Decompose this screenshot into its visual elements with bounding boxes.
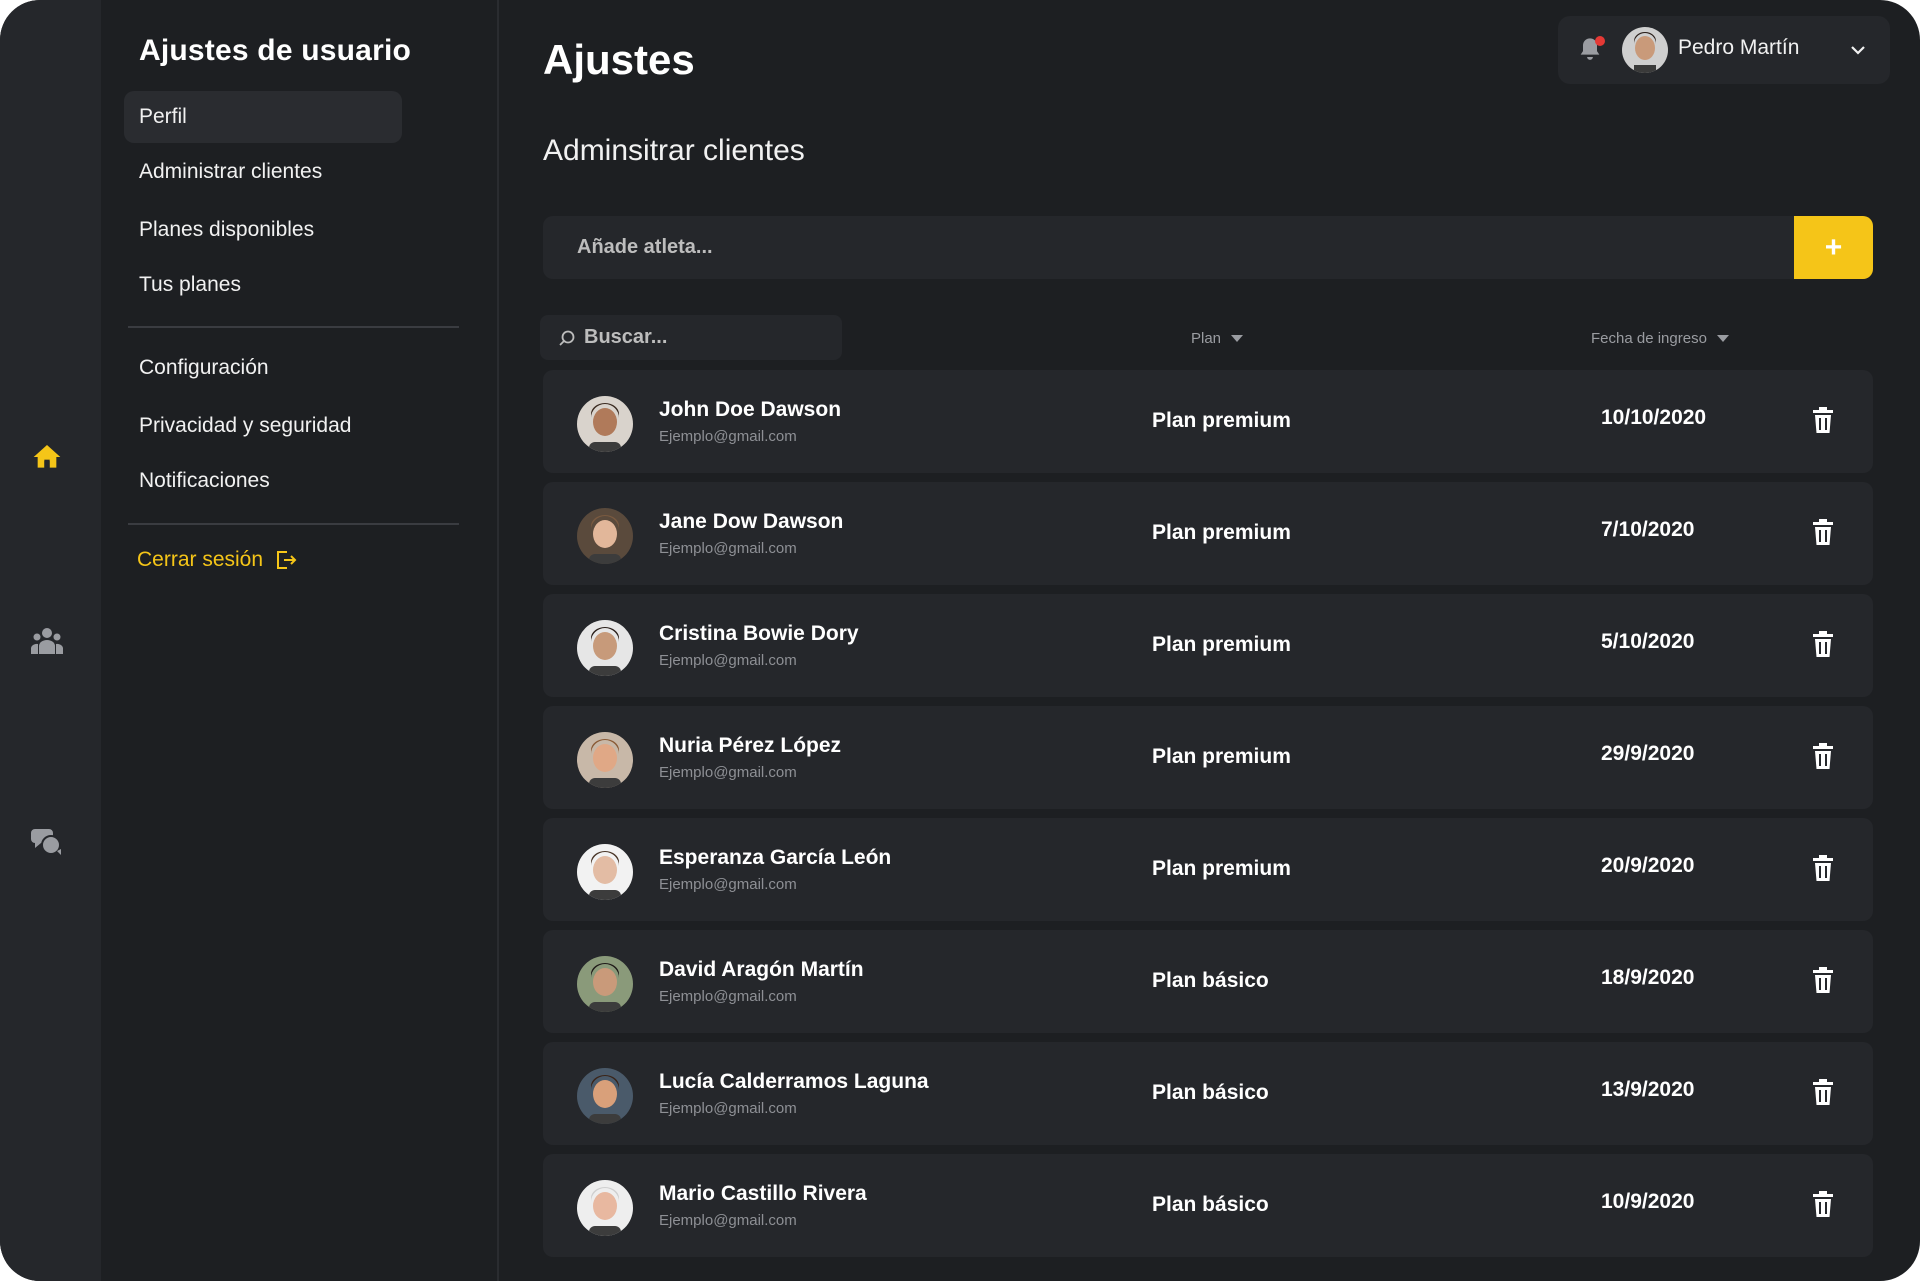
table-row[interactable]: David Aragón Martín Ejemplo@gmail.com Plan… xyxy=(543,930,1873,1033)
user-name: Pedro Martín xyxy=(1678,36,1800,59)
trash-icon[interactable] xyxy=(1811,742,1835,770)
client-plan: Plan básico xyxy=(1152,969,1269,992)
trash-icon[interactable] xyxy=(1811,1190,1835,1218)
section-title: Adminsitrar clientes xyxy=(543,134,805,167)
search-box xyxy=(540,315,842,360)
sidebar-item-planes-disponibles[interactable]: Planes disponibles xyxy=(124,204,402,256)
user-menu[interactable]: Pedro Martín xyxy=(1558,16,1890,84)
column-header-date-label: Fecha de ingreso xyxy=(1591,330,1707,347)
chat-icon[interactable] xyxy=(26,820,68,862)
client-name: David Aragón Martín xyxy=(659,958,864,981)
client-plan: Plan premium xyxy=(1152,857,1291,880)
client-name: Esperanza García León xyxy=(659,846,892,869)
chevron-down-icon[interactable] xyxy=(1848,40,1868,60)
client-name: Nuria Pérez López xyxy=(659,734,842,757)
sidebar-divider xyxy=(128,523,459,525)
column-header-plan-label: Plan xyxy=(1191,330,1222,347)
icon-rail xyxy=(0,0,101,1281)
column-header-plan[interactable]: Plan xyxy=(1191,330,1244,347)
client-name: John Doe Dawson xyxy=(659,398,842,421)
sidebar-divider xyxy=(128,326,459,328)
client-email: Ejemplo@gmail.com xyxy=(659,988,797,1005)
trash-icon[interactable] xyxy=(1811,854,1835,882)
add-athlete-bar: + xyxy=(543,216,1873,279)
client-plan: Plan premium xyxy=(1152,521,1291,544)
client-name: Cristina Bowie Dory xyxy=(659,622,859,645)
client-join-date: 5/10/2020 xyxy=(1601,630,1695,653)
search-input[interactable] xyxy=(584,315,834,360)
avatar xyxy=(1622,27,1668,73)
client-email: Ejemplo@gmail.com xyxy=(659,428,797,445)
client-name: Lucía Calderramos Laguna xyxy=(659,1070,929,1093)
client-join-date: 20/9/2020 xyxy=(1601,854,1695,877)
settings-sidebar: Ajustes de usuario Perfil Administrar cl… xyxy=(101,0,499,1281)
table-row[interactable]: Lucía Calderramos Laguna Ejemplo@gmail.co… xyxy=(543,1042,1873,1145)
column-header-date[interactable]: Fecha de ingreso xyxy=(1591,330,1729,347)
main-panel: Ajustes Pedro Martín Adminsitrar cliente… xyxy=(499,0,1920,1281)
trash-icon[interactable] xyxy=(1811,406,1835,434)
avatar xyxy=(577,1180,633,1236)
client-email: Ejemplo@gmail.com xyxy=(659,540,797,557)
app-window: Ajustes de usuario Perfil Administrar cl… xyxy=(0,0,1920,1281)
avatar xyxy=(577,1068,633,1124)
sidebar-title: Ajustes de usuario xyxy=(139,34,412,67)
client-email: Ejemplo@gmail.com xyxy=(659,1212,797,1229)
logout-icon xyxy=(277,551,297,569)
logout-label: Cerrar sesión xyxy=(137,548,264,571)
client-name: Mario Castillo Rivera xyxy=(659,1182,867,1205)
sidebar-item-notificaciones[interactable]: Notificaciones xyxy=(124,455,402,507)
client-email: Ejemplo@gmail.com xyxy=(659,652,797,669)
client-join-date: 7/10/2020 xyxy=(1601,518,1695,541)
client-join-date: 10/10/2020 xyxy=(1601,406,1707,429)
trash-icon[interactable] xyxy=(1811,966,1835,994)
client-plan: Plan premium xyxy=(1152,409,1291,432)
table-row[interactable]: Nuria Pérez López Ejemplo@gmail.com Plan p… xyxy=(543,706,1873,809)
client-plan: Plan básico xyxy=(1152,1193,1269,1216)
sidebar-item-privacidad[interactable]: Privacidad y seguridad xyxy=(124,400,402,452)
home-icon[interactable] xyxy=(26,436,68,478)
trash-icon[interactable] xyxy=(1811,630,1835,658)
client-plan: Plan premium xyxy=(1152,745,1291,768)
search-icon xyxy=(559,330,575,346)
sidebar-item-configuracion[interactable]: Configuración xyxy=(124,342,402,394)
page-title: Ajustes xyxy=(543,36,695,83)
table-row[interactable]: Mario Castillo Rivera Ejemplo@gmail.com Pl… xyxy=(543,1154,1873,1257)
sidebar-item-perfil[interactable]: Perfil xyxy=(124,91,402,143)
trash-icon[interactable] xyxy=(1811,518,1835,546)
table-row[interactable]: Jane Dow Dawson Ejemplo@gmail.com Plan pre… xyxy=(543,482,1873,585)
client-join-date: 18/9/2020 xyxy=(1601,966,1695,989)
client-plan: Plan premium xyxy=(1152,633,1291,656)
client-join-date: 10/9/2020 xyxy=(1601,1190,1695,1213)
add-athlete-button[interactable]: + xyxy=(1794,216,1873,279)
table-row[interactable]: John Doe Dawson Ejemplo@gmail.com Plan pre… xyxy=(543,370,1873,473)
client-name: Jane Dow Dawson xyxy=(659,510,844,533)
client-plan: Plan básico xyxy=(1152,1081,1269,1104)
table-row[interactable]: Esperanza García León Ejemplo@gmail.com Pl… xyxy=(543,818,1873,921)
client-join-date: 13/9/2020 xyxy=(1601,1078,1695,1101)
avatar xyxy=(577,956,633,1012)
avatar xyxy=(577,732,633,788)
table-row[interactable]: Cristina Bowie Dory Ejemplo@gmail.com Plan… xyxy=(543,594,1873,697)
client-email: Ejemplo@gmail.com xyxy=(659,1100,797,1117)
avatar xyxy=(577,508,633,564)
trash-icon[interactable] xyxy=(1811,1078,1835,1106)
avatar xyxy=(577,620,633,676)
add-athlete-input[interactable] xyxy=(543,216,1793,279)
client-join-date: 29/9/2020 xyxy=(1601,742,1695,765)
sidebar-item-tus-planes[interactable]: Tus planes xyxy=(124,259,402,311)
sidebar-item-administrar-clientes[interactable]: Administrar clientes xyxy=(124,146,402,198)
users-icon[interactable] xyxy=(26,620,68,662)
client-email: Ejemplo@gmail.com xyxy=(659,764,797,781)
avatar xyxy=(577,844,633,900)
notification-dot xyxy=(1595,36,1605,46)
caret-down-icon xyxy=(1716,335,1729,342)
logout-button[interactable]: Cerrar sesión xyxy=(137,548,297,572)
caret-down-icon xyxy=(1231,335,1244,342)
avatar xyxy=(577,396,633,452)
client-email: Ejemplo@gmail.com xyxy=(659,876,797,893)
